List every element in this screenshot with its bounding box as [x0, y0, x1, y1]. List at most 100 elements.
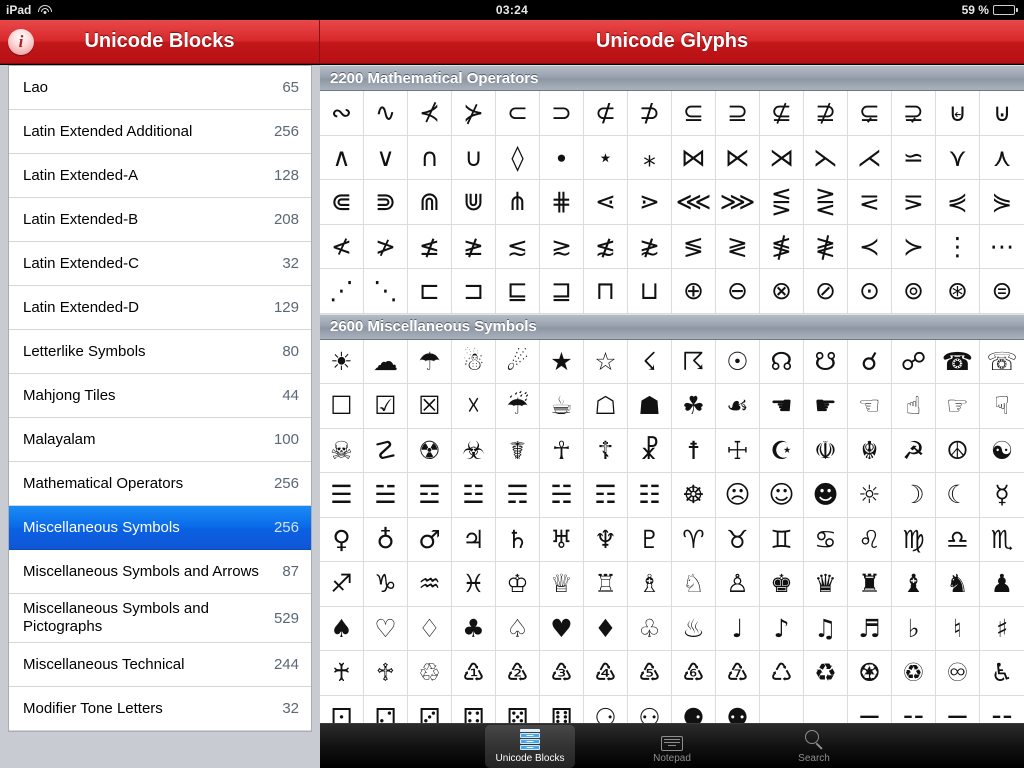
glyph-cell[interactable]: ♥	[540, 606, 584, 651]
glyph-cell[interactable]: ⊈	[760, 91, 804, 136]
glyph-cell[interactable]: ⊑	[496, 269, 540, 314]
glyph-cell[interactable]: ⋈	[672, 135, 716, 180]
glyph-cell[interactable]: ⊂	[496, 91, 540, 136]
glyph-cell[interactable]: ☦	[584, 428, 628, 473]
glyph-cell[interactable]: ≻	[892, 224, 936, 269]
glyph-cell[interactable]: ⚈	[672, 695, 716, 723]
glyph-cell[interactable]: ♮	[936, 606, 980, 651]
glyph-cell[interactable]: ☗	[628, 384, 672, 429]
glyph-cell[interactable]: ☛	[804, 384, 848, 429]
glyph-cell[interactable]: ☴	[496, 473, 540, 518]
glyph-cell[interactable]: ⊙	[848, 269, 892, 314]
glyph-cell[interactable]: ☧	[628, 428, 672, 473]
glyph-cell[interactable]: ⁎	[628, 135, 672, 180]
glyph-cell[interactable]: ☳	[452, 473, 496, 518]
glyph-cell[interactable]: ☁	[364, 339, 408, 384]
glyph-cell[interactable]: ☀	[320, 339, 364, 384]
glyph-cell[interactable]: ⋊	[760, 135, 804, 180]
glyph-cell[interactable]: ⚌	[848, 695, 892, 723]
glyph-cell[interactable]: ⊄	[584, 91, 628, 136]
block-row[interactable]: Modifier Tone Letters 32	[9, 687, 311, 731]
glyph-cell[interactable]: ⋯	[980, 225, 1024, 269]
glyph-cell[interactable]: ♴	[496, 651, 540, 696]
glyph-cell[interactable]: ☍	[892, 339, 936, 384]
glyph-cell[interactable]: ☤	[496, 428, 540, 473]
glyph-cell[interactable]: ☸	[672, 473, 716, 518]
glyph-cell[interactable]: ☹	[716, 473, 760, 518]
glyph-cell[interactable]: ☘	[672, 384, 716, 429]
glyph-cell[interactable]: ⋟	[980, 180, 1024, 225]
glyph-cell[interactable]: ♜	[848, 562, 892, 607]
glyph-cell[interactable]: ♤	[496, 606, 540, 651]
block-row[interactable]: Latin Extended-C 32	[9, 242, 311, 286]
glyph-cell[interactable]: ⚁	[364, 695, 408, 723]
block-row[interactable]: Latin Extended-A 128	[9, 154, 311, 198]
glyph-cell[interactable]: ⋑	[364, 180, 408, 225]
glyph-cell[interactable]: ⋱	[364, 269, 408, 314]
glyph-cell[interactable]: ⚆	[584, 695, 628, 723]
glyph-cell[interactable]: ≳	[540, 224, 584, 269]
glyph-cell[interactable]: ⋆	[584, 135, 628, 180]
block-row[interactable]: Latin Extended-B 208	[9, 198, 311, 242]
glyph-cell[interactable]: ♱	[364, 651, 408, 696]
glyph-cell[interactable]: ☭	[892, 428, 936, 473]
glyph-cell[interactable]: ♝	[892, 562, 936, 607]
glyph-cell[interactable]: ⊓	[584, 269, 628, 314]
glyph-cell[interactable]: ☱	[364, 473, 408, 518]
glyph-cell[interactable]: ⋔	[496, 180, 540, 225]
glyph-cell[interactable]: ♒	[408, 562, 452, 607]
glyph-cell[interactable]: ♫	[804, 606, 848, 651]
glyph-cell[interactable]: ☥	[540, 428, 584, 473]
glyph-cell[interactable]: ♺	[760, 651, 804, 696]
glyph-cell[interactable]: ☬	[848, 428, 892, 473]
glyph-cell[interactable]: ♉	[716, 517, 760, 562]
glyph-cell[interactable]: ♙	[716, 562, 760, 607]
glyph-cell[interactable]: ☟	[980, 384, 1024, 429]
glyph-cell[interactable]: ∾	[320, 91, 364, 136]
tab-search[interactable]: Search	[769, 725, 859, 768]
glyph-cell[interactable]: ☰	[320, 473, 364, 518]
glyph-cell[interactable]: ☓	[452, 384, 496, 429]
glyph-cell[interactable]: ∨	[364, 135, 408, 180]
glyph-cell[interactable]: ≶	[672, 224, 716, 269]
glyph-cell[interactable]: ≸	[760, 224, 804, 269]
glyph-cell[interactable]: ⚇	[628, 695, 672, 723]
glyph-cell[interactable]: ♰	[320, 651, 364, 696]
glyph-cell[interactable]: ⊖	[716, 269, 760, 314]
glyph-cell[interactable]: ♿	[980, 651, 1024, 696]
glyph-cell[interactable]: ∩	[408, 135, 452, 180]
glyph-cell[interactable]: ⊆	[672, 91, 716, 136]
glyph-cell[interactable]: ⊉	[804, 91, 848, 136]
glyph-cell[interactable]: ☌	[848, 339, 892, 384]
glyph-cell[interactable]: ∿	[364, 91, 408, 136]
glyph-cell[interactable]: ⚄	[496, 695, 540, 723]
block-row[interactable]: Letterlike Symbols 80	[9, 330, 311, 374]
block-row[interactable]: Latin Extended Additional 256	[9, 110, 311, 154]
glyph-cell[interactable]: ♵	[540, 651, 584, 696]
glyph-cell[interactable]: ☕	[540, 384, 584, 429]
glyph-cell[interactable]: ∧	[320, 135, 364, 180]
glyph-cell[interactable]: ≺	[848, 224, 892, 269]
glyph-cell[interactable]: ⊁	[452, 91, 496, 136]
block-row[interactable]: Malayalam 100	[9, 418, 311, 462]
glyph-cell[interactable]: ♬	[848, 606, 892, 651]
glyph-cell[interactable]: ☾	[936, 473, 980, 518]
glyph-cell[interactable]: ☏	[980, 340, 1024, 384]
glyph-cell[interactable]: ♏	[980, 518, 1024, 562]
glyph-cell[interactable]: ☖	[584, 384, 628, 429]
glyph-cell[interactable]: ☔	[496, 384, 540, 429]
glyph-cell[interactable]: ⚉	[716, 695, 760, 723]
glyph-cell[interactable]: ♠	[320, 606, 364, 651]
glyph-cell[interactable]: ☢	[408, 428, 452, 473]
block-row[interactable]: Miscellaneous Symbols and Pictographs 529	[9, 594, 311, 643]
glyph-cell[interactable]: ≱	[452, 224, 496, 269]
glyph-cell[interactable]: ⊘	[804, 269, 848, 314]
glyph-cell[interactable]: ⚂	[408, 695, 452, 723]
glyph-cell[interactable]: ⋎	[936, 135, 980, 180]
glyph-cell[interactable]: ♻	[804, 651, 848, 696]
glyph-cell[interactable]: ⊌	[936, 91, 980, 136]
glyph-cell[interactable]: ♼	[848, 651, 892, 696]
glyph-cell[interactable]: ♭	[892, 606, 936, 651]
glyph-cell[interactable]: ♩	[716, 606, 760, 651]
glyph-cell[interactable]: ♨	[672, 606, 716, 651]
